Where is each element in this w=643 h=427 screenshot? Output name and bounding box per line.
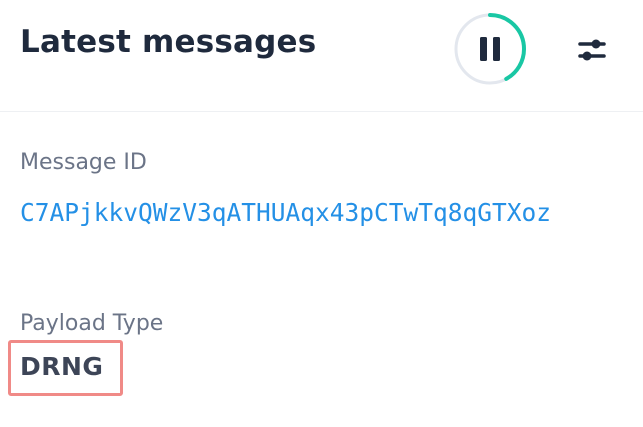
sliders-icon [578, 39, 606, 61]
pause-icon [479, 37, 501, 61]
payload-type-label: Payload Type [20, 311, 164, 336]
message-id-label: Message ID [20, 150, 147, 175]
filter-settings-button[interactable] [574, 34, 610, 66]
page-title: Latest messages [20, 24, 317, 60]
message-id-link[interactable]: C7APjkkvQWzV3qATHUAqx43pCTwTq8qGTXoz [20, 192, 580, 234]
pause-button[interactable] [453, 12, 527, 86]
payload-type-value: DRNG [20, 352, 104, 381]
messages-header: Latest messages [0, 0, 643, 112]
